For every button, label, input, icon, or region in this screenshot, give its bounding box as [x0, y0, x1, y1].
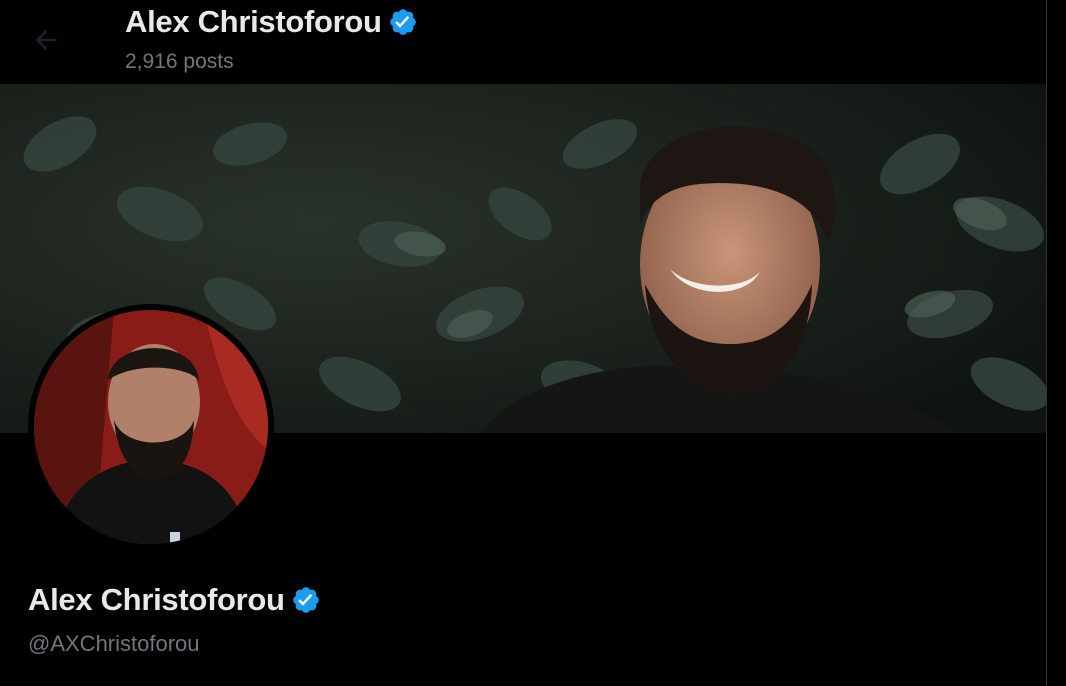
profile-avatar[interactable] — [28, 304, 274, 550]
verified-badge-icon[interactable] — [388, 7, 418, 37]
verified-badge-icon[interactable] — [291, 585, 321, 615]
avatar-photo — [34, 310, 268, 544]
profile-name-row: Alex Christoforou — [28, 582, 321, 618]
header-name-row: Alex Christoforou — [125, 4, 418, 40]
header-title: Alex Christoforou — [125, 4, 382, 39]
profile-page: Alex Christoforou 2,916 posts Alex Chris… — [0, 0, 1066, 686]
column-divider — [1046, 0, 1047, 686]
profile-display-name: Alex Christoforou — [28, 582, 285, 617]
profile-handle: @AXChristoforou — [28, 631, 200, 656]
header-posts-count: 2,916 posts — [125, 50, 234, 73]
arrow-left-icon — [35, 30, 57, 50]
back-button[interactable] — [26, 20, 66, 60]
top-header: Alex Christoforou 2,916 posts — [0, 0, 1046, 84]
